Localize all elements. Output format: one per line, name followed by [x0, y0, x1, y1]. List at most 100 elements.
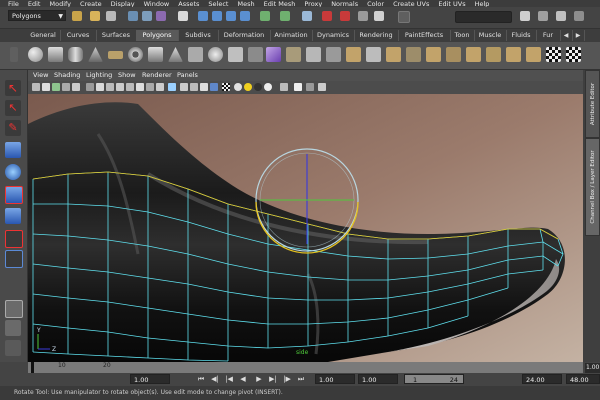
tab-channel-box[interactable]: Channel Box / Layer Editor	[585, 138, 600, 236]
range-min-field[interactable]: 1.00	[358, 374, 398, 384]
current-frame-field[interactable]: 1.00	[585, 363, 600, 373]
hud-icon[interactable]	[294, 83, 302, 91]
show-hide-attribute-icon[interactable]	[520, 11, 530, 21]
hypershade-icon[interactable]	[374, 11, 384, 21]
input-line-icon[interactable]	[398, 11, 410, 23]
shelf-tab-rendering[interactable]: Rendering	[354, 30, 399, 41]
four-view-layout-icon[interactable]	[5, 320, 21, 336]
flat-shade-icon[interactable]	[180, 83, 188, 91]
film-gate-icon[interactable]	[86, 83, 94, 91]
bridge-icon[interactable]	[406, 47, 421, 62]
snap-curve-icon[interactable]	[212, 11, 222, 21]
last-tool-icon[interactable]	[5, 230, 23, 248]
poly-pyramid-icon[interactable]	[168, 47, 183, 62]
boolean-union-icon[interactable]	[326, 47, 341, 62]
wireframe-icon[interactable]	[146, 83, 154, 91]
shaded-icon[interactable]	[168, 83, 176, 91]
extrude-icon[interactable]	[386, 47, 401, 62]
render-settings-icon[interactable]	[358, 11, 368, 21]
shelf-tab-dynamics[interactable]: Dynamics	[312, 30, 355, 41]
menu-set-select[interactable]: Polygons ▼	[8, 10, 66, 21]
insert-edge-loop-icon[interactable]	[466, 47, 481, 62]
xray-icon[interactable]	[222, 83, 230, 91]
paint-select-icon[interactable]: ✎	[5, 120, 21, 136]
shelf-tab-curves[interactable]: Curves	[60, 30, 97, 41]
safe-title-icon[interactable]	[136, 83, 144, 91]
bounding-box-icon[interactable]	[190, 83, 198, 91]
shelf-tab-general[interactable]: General	[26, 30, 61, 41]
layer-editor-toggle-icon[interactable]	[574, 11, 584, 21]
step-forward-icon[interactable]: |▶	[282, 374, 292, 384]
shelf-tab-painteffects[interactable]: PaintEffects	[398, 30, 451, 41]
rotate-icon[interactable]	[5, 164, 21, 180]
shelf-tab-surfaces[interactable]: Surfaces	[96, 30, 137, 41]
poly-sphere-icon[interactable]	[28, 47, 43, 62]
render-frame-icon[interactable]	[322, 11, 332, 21]
chamfer-icon[interactable]	[526, 47, 541, 62]
construction-history-icon[interactable]	[302, 11, 312, 21]
panel-menu-renderer[interactable]: Renderer	[142, 71, 172, 79]
shelf-tab-toon[interactable]: Toon	[450, 30, 475, 41]
safe-action-icon[interactable]	[126, 83, 134, 91]
outliner-layout-icon[interactable]	[5, 340, 21, 356]
new-scene-icon[interactable]	[72, 11, 82, 21]
move-icon[interactable]	[5, 142, 21, 158]
resolution-gate-icon[interactable]	[96, 83, 104, 91]
panel-menu-view[interactable]: View	[33, 71, 48, 79]
go-to-end-icon[interactable]: ⏭	[296, 374, 306, 384]
input-ops-icon[interactable]	[280, 11, 290, 21]
scale-icon[interactable]	[5, 186, 23, 204]
save-scene-icon[interactable]	[106, 11, 116, 21]
smooth-shade-icon[interactable]	[156, 83, 164, 91]
poly-pipe-icon[interactable]	[188, 47, 203, 62]
poly-prism-icon[interactable]	[148, 47, 163, 62]
shelf-tab-fluids[interactable]: Fluids	[506, 30, 537, 41]
field-chart-icon[interactable]	[116, 83, 124, 91]
panel-menu-shading[interactable]: Shading	[54, 71, 80, 79]
start-time-field[interactable]: 1.00	[130, 374, 170, 384]
poly-cube-icon[interactable]	[48, 47, 63, 62]
snap-surface-icon[interactable]	[240, 11, 250, 21]
soccer-ball-icon[interactable]	[208, 47, 223, 62]
panel-menu-lighting[interactable]: Lighting	[86, 71, 112, 79]
frame-selected-icon[interactable]	[318, 83, 326, 91]
channel-box-toggle-icon[interactable]	[556, 11, 566, 21]
play-forwards-icon[interactable]: ▶	[254, 374, 264, 384]
boolean-difference-icon[interactable]	[346, 47, 361, 62]
combine-icon[interactable]	[248, 47, 263, 62]
single-view-layout-icon[interactable]	[5, 300, 23, 318]
step-back-icon[interactable]: ◀|	[210, 374, 220, 384]
viewport-side[interactable]: Y Z side	[28, 94, 583, 362]
open-scene-icon[interactable]	[90, 11, 100, 21]
grid-icon[interactable]	[72, 83, 80, 91]
split-polygon-icon[interactable]	[446, 47, 461, 62]
shelf-tab-deformation[interactable]: Deformation	[218, 30, 271, 41]
merge-vertices-icon[interactable]	[506, 47, 521, 62]
default-light-icon[interactable]	[234, 83, 242, 91]
shadows-icon[interactable]	[254, 83, 262, 91]
smooth-icon[interactable]	[306, 47, 321, 62]
checker-uv-icon[interactable]	[546, 47, 561, 62]
range-slider[interactable]: 1 24	[404, 374, 464, 384]
play-backwards-icon[interactable]: ◀	[238, 374, 248, 384]
quick-select-field[interactable]	[455, 11, 512, 23]
ipr-render-icon[interactable]	[340, 11, 350, 21]
tab-attribute-editor[interactable]: Attribute Editor	[585, 70, 600, 138]
append-polygon-icon[interactable]	[426, 47, 441, 62]
shelf-tab-fur[interactable]: Fur	[536, 30, 561, 41]
bookmark-icon[interactable]	[52, 83, 60, 91]
isolate-select-icon[interactable]	[280, 83, 288, 91]
select-arrow-icon[interactable]: ↖	[5, 80, 21, 96]
time-slider-cursor[interactable]	[31, 362, 34, 373]
snap-point-icon[interactable]	[226, 11, 236, 21]
poly-cylinder-icon[interactable]	[68, 47, 83, 62]
mirror-geometry-icon[interactable]	[366, 47, 381, 62]
ambient-occlusion-icon[interactable]	[264, 83, 272, 91]
gate-mask-icon[interactable]	[106, 83, 114, 91]
poly-plane-icon[interactable]	[108, 51, 123, 59]
poly-torus-icon[interactable]	[128, 47, 143, 62]
shelf-tab-polygons[interactable]: Polygons	[136, 30, 179, 41]
snap-grid-icon[interactable]	[198, 11, 208, 21]
points-icon[interactable]	[200, 83, 208, 91]
shelf-menu-icon[interactable]	[10, 47, 18, 62]
